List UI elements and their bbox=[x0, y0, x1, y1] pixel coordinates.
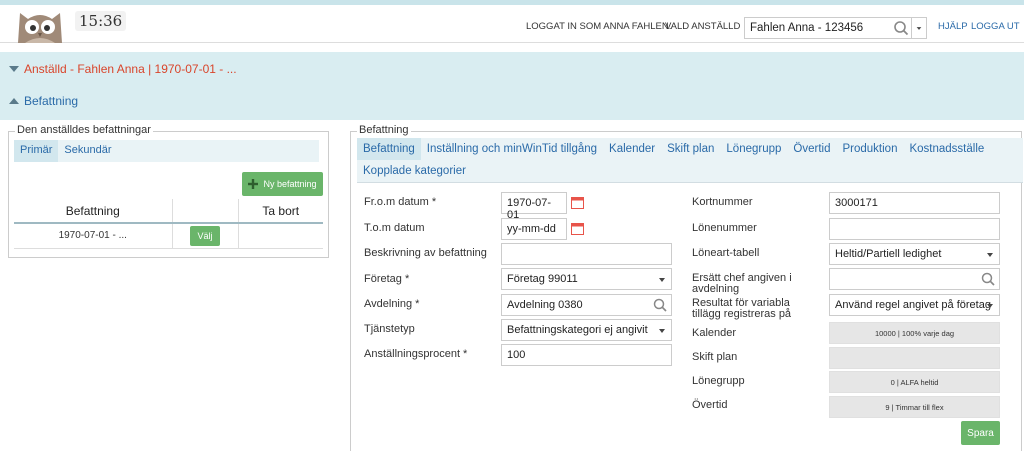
new-position-label: Ny befattning bbox=[263, 179, 317, 189]
replace-manager-label-line2: avdelning bbox=[692, 283, 740, 295]
salary-group-label: Lönegrupp bbox=[692, 375, 745, 387]
owl-logo-icon bbox=[18, 13, 62, 43]
chevron-down-icon bbox=[659, 278, 665, 282]
help-link[interactable]: HJÄLP bbox=[938, 21, 968, 32]
wage-type-table-select[interactable]: Heltid/Partiell ledighet bbox=[829, 243, 1000, 265]
employee-select[interactable]: Fahlen Anna - 123456 bbox=[744, 17, 927, 39]
department-input[interactable]: Avdelning 0380 bbox=[501, 294, 672, 316]
search-icon[interactable] bbox=[652, 297, 668, 313]
description-input[interactable] bbox=[501, 243, 672, 265]
service-type-select[interactable]: Befattningskategori ej angivit bbox=[501, 319, 672, 341]
variable-result-select[interactable]: Använd regel angivet på företag bbox=[829, 294, 1000, 316]
to-date-label: T.o.m datum bbox=[364, 222, 425, 234]
salary-number-label: Lönenummer bbox=[692, 222, 757, 234]
tab-production[interactable]: Produktion bbox=[836, 138, 903, 160]
service-type-select-value: Befattningskategori ej angivit bbox=[507, 324, 648, 336]
service-type-label: Tjänstetyp bbox=[364, 323, 415, 335]
col-delete: Ta bort bbox=[237, 199, 323, 224]
tab-befattning[interactable]: Befattning bbox=[357, 138, 421, 160]
row-befattning: 1970-07-01 - ... bbox=[14, 223, 172, 249]
tab-settings-minwintid[interactable]: Inställning och minWinTid tillgång bbox=[421, 138, 603, 160]
calendar-value: 10000 | 100% varje dag bbox=[829, 322, 1000, 344]
table-header-row: Befattning Ta bort bbox=[14, 199, 323, 224]
to-date-input[interactable]: yy-mm-dd bbox=[501, 218, 567, 240]
employee-select-value: Fahlen Anna - 123456 bbox=[750, 22, 864, 34]
variable-result-value: Använd regel angivet på företag bbox=[835, 299, 991, 311]
chevron-down-icon[interactable] bbox=[911, 18, 926, 38]
chosen-employee-label: VALD ANSTÄLLD bbox=[665, 21, 741, 32]
shift-plan-label: Skift plan bbox=[692, 351, 738, 363]
search-icon[interactable] bbox=[980, 271, 996, 287]
card-number-label: Kortnummer bbox=[692, 196, 753, 208]
triangle-down-icon bbox=[9, 66, 19, 72]
overtime-value: 9 | Timmar till flex bbox=[829, 396, 1000, 418]
from-date-label: Fr.o.m datum * bbox=[364, 196, 437, 208]
tab-primary[interactable]: Primär bbox=[14, 140, 59, 162]
replace-manager-label: Ersätt chef angiven i avdelning bbox=[692, 273, 792, 295]
variable-result-label-line2: tillägg registreras på bbox=[692, 308, 792, 320]
triangle-up-icon bbox=[9, 98, 19, 104]
tab-cost-center[interactable]: Kostnadsställe bbox=[903, 138, 990, 160]
company-select-value: Företag 99011 bbox=[507, 273, 578, 285]
chevron-down-icon bbox=[987, 253, 993, 257]
tab-salary-group[interactable]: Lönegrupp bbox=[720, 138, 787, 160]
clock: 15:36 bbox=[75, 11, 127, 31]
row-delete-cell bbox=[237, 223, 323, 249]
logout-link[interactable]: LOGGA UT bbox=[971, 21, 1020, 32]
col-befattning: Befattning bbox=[14, 199, 172, 224]
wage-type-table-label: Löneart-tabell bbox=[692, 247, 760, 259]
save-button[interactable]: Spara bbox=[961, 421, 1000, 445]
salary-number-input[interactable] bbox=[829, 218, 1000, 240]
col-action bbox=[171, 199, 238, 224]
logged-in-text: LOGGAT IN SOM ANNA FAHLEN. bbox=[526, 21, 672, 32]
chevron-down-icon bbox=[659, 329, 665, 333]
left-tabs: Primär Sekundär bbox=[14, 140, 319, 162]
employee-row-label: Anställd - Fahlen Anna | 1970-07-01 - ..… bbox=[24, 62, 237, 76]
position-tabs: Befattning Inställning och minWinTid til… bbox=[357, 138, 1023, 183]
wage-type-table-value: Heltid/Partiell ledighet bbox=[835, 248, 942, 260]
employment-percent-input[interactable]: 100 bbox=[501, 344, 672, 366]
description-label: Beskrivning av befattning bbox=[364, 247, 487, 259]
section-row[interactable]: Befattning bbox=[9, 94, 78, 108]
new-position-button[interactable]: Ny befattning bbox=[242, 172, 323, 196]
shift-plan-value bbox=[829, 347, 1000, 369]
choose-button[interactable]: Välj bbox=[190, 225, 220, 246]
section-row-label: Befattning bbox=[24, 94, 79, 108]
positions-table: Befattning Ta bort 1970-07-01 - ... Välj bbox=[14, 199, 323, 249]
position-legend: Befattning bbox=[357, 124, 411, 136]
replace-manager-input[interactable] bbox=[829, 268, 1000, 290]
row-action-cell: Välj bbox=[171, 223, 238, 249]
table-row: 1970-07-01 - ... Välj bbox=[14, 223, 323, 249]
employment-percent-label: Anställningsprocent * bbox=[364, 348, 468, 360]
from-date-input[interactable]: 1970-07-01 bbox=[501, 192, 567, 221]
overtime-label: Övertid bbox=[692, 399, 728, 411]
department-input-value: Avdelning 0380 bbox=[507, 299, 583, 311]
tab-calendar[interactable]: Kalender bbox=[603, 138, 661, 160]
employee-positions-panel: Den anställdes befattningar Primär Sekun… bbox=[8, 124, 329, 258]
employee-positions-legend: Den anställdes befattningar bbox=[15, 124, 153, 136]
plus-icon bbox=[248, 179, 259, 189]
calendar-label: Kalender bbox=[692, 327, 737, 339]
card-number-input[interactable]: 3000171 bbox=[829, 192, 1000, 214]
calendar-icon[interactable] bbox=[571, 222, 584, 235]
company-select[interactable]: Företag 99011 bbox=[501, 268, 672, 290]
company-label: Företag * bbox=[364, 273, 410, 285]
department-label: Avdelning * bbox=[364, 298, 420, 310]
tab-shift-plan[interactable]: Skift plan bbox=[661, 138, 720, 160]
employee-row[interactable]: Anställd - Fahlen Anna | 1970-07-01 - ..… bbox=[9, 62, 237, 76]
salary-group-value: 0 | ALFA heltid bbox=[829, 371, 1000, 393]
chevron-down-icon bbox=[987, 304, 993, 308]
tab-linked-categories[interactable]: Kopplade kategorier bbox=[357, 160, 472, 182]
calendar-icon[interactable] bbox=[571, 196, 584, 209]
variable-result-label: Resultat för variabla tillägg registrera… bbox=[692, 298, 791, 320]
context-band: Anställd - Fahlen Anna | 1970-07-01 - ..… bbox=[0, 52, 1024, 120]
app-header: 15:36 LOGGAT IN SOM ANNA FAHLEN. VALD AN… bbox=[0, 5, 1024, 43]
tab-secondary[interactable]: Sekundär bbox=[58, 140, 117, 162]
search-icon[interactable] bbox=[892, 18, 910, 38]
tab-overtime[interactable]: Övertid bbox=[787, 138, 836, 160]
